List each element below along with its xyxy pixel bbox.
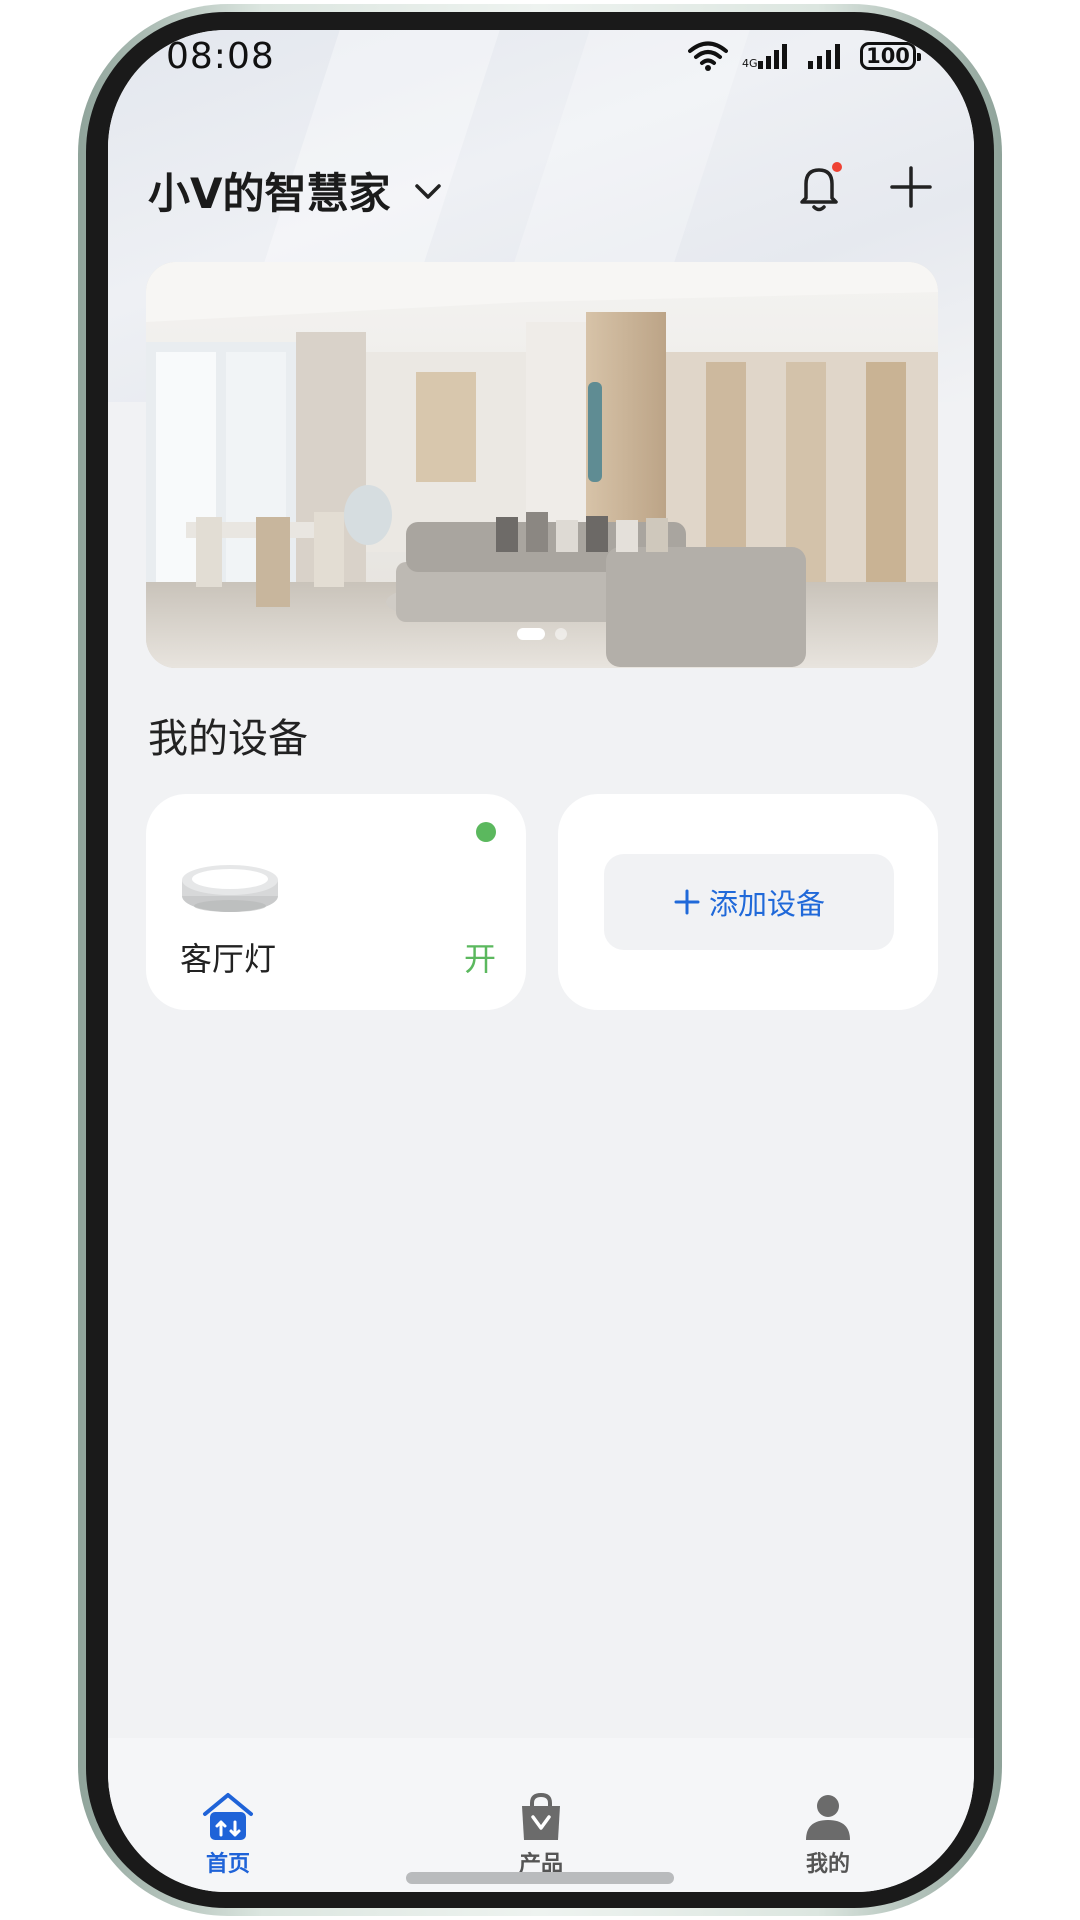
plus-icon[interactable] [886, 162, 936, 212]
battery-icon: 100 [860, 42, 921, 70]
wifi-icon [688, 41, 728, 71]
device-state[interactable]: 开 [464, 934, 496, 980]
tab-home[interactable]: 首页 [168, 1792, 288, 1878]
carousel-indicator [146, 628, 938, 640]
home-icon [203, 1793, 253, 1840]
tab-home-label: 首页 [205, 1852, 250, 1877]
status-icons: 4G 100 [688, 40, 921, 72]
status-bar: 08:08 4G 100 [108, 30, 974, 110]
banner-carousel[interactable] [146, 262, 938, 668]
status-time: 08:08 [166, 36, 275, 77]
tab-mine-label: 我的 [805, 1852, 850, 1877]
home-selector[interactable]: 小V的智慧家 [148, 160, 445, 221]
battery-level: 100 [866, 44, 910, 68]
notification-button[interactable] [792, 160, 846, 214]
chevron-down-icon [414, 183, 441, 199]
carousel-dot[interactable] [555, 628, 567, 640]
carousel-dot-active[interactable] [517, 628, 545, 640]
header-actions [792, 160, 936, 214]
section-title-my-devices: 我的设备 [148, 716, 308, 762]
signal-icon: 4G [742, 44, 787, 70]
ceiling-light-icon [182, 865, 278, 912]
add-device-card: 添加设备 [558, 794, 938, 1010]
add-device-label: 添加设备 [708, 887, 825, 921]
home-indicator[interactable] [406, 1872, 674, 1884]
person-icon [806, 1795, 850, 1840]
home-title: 小V的智慧家 [148, 169, 391, 218]
bottom-tab-bar: 首页 产品 我的 [108, 1738, 974, 1892]
living-room-photo [146, 262, 938, 668]
device-name: 客厅灯 [180, 940, 277, 978]
online-status-dot [476, 822, 496, 842]
tab-mine[interactable]: 我的 [768, 1792, 888, 1878]
signal-icon [808, 44, 840, 69]
unread-badge [832, 162, 842, 172]
screen: 08:08 4G 100 小V的智慧家 我的设备 客厅灯 开 添加设备 首页 产… [108, 30, 974, 1892]
tab-products[interactable]: 产品 [481, 1792, 601, 1878]
plus-icon [674, 889, 700, 915]
device-card-living-room-light[interactable]: 客厅灯 开 [146, 794, 526, 1010]
add-device-button[interactable]: 添加设备 [604, 854, 894, 950]
svg-text:4G: 4G [742, 57, 758, 70]
shopping-bag-icon [522, 1792, 560, 1840]
